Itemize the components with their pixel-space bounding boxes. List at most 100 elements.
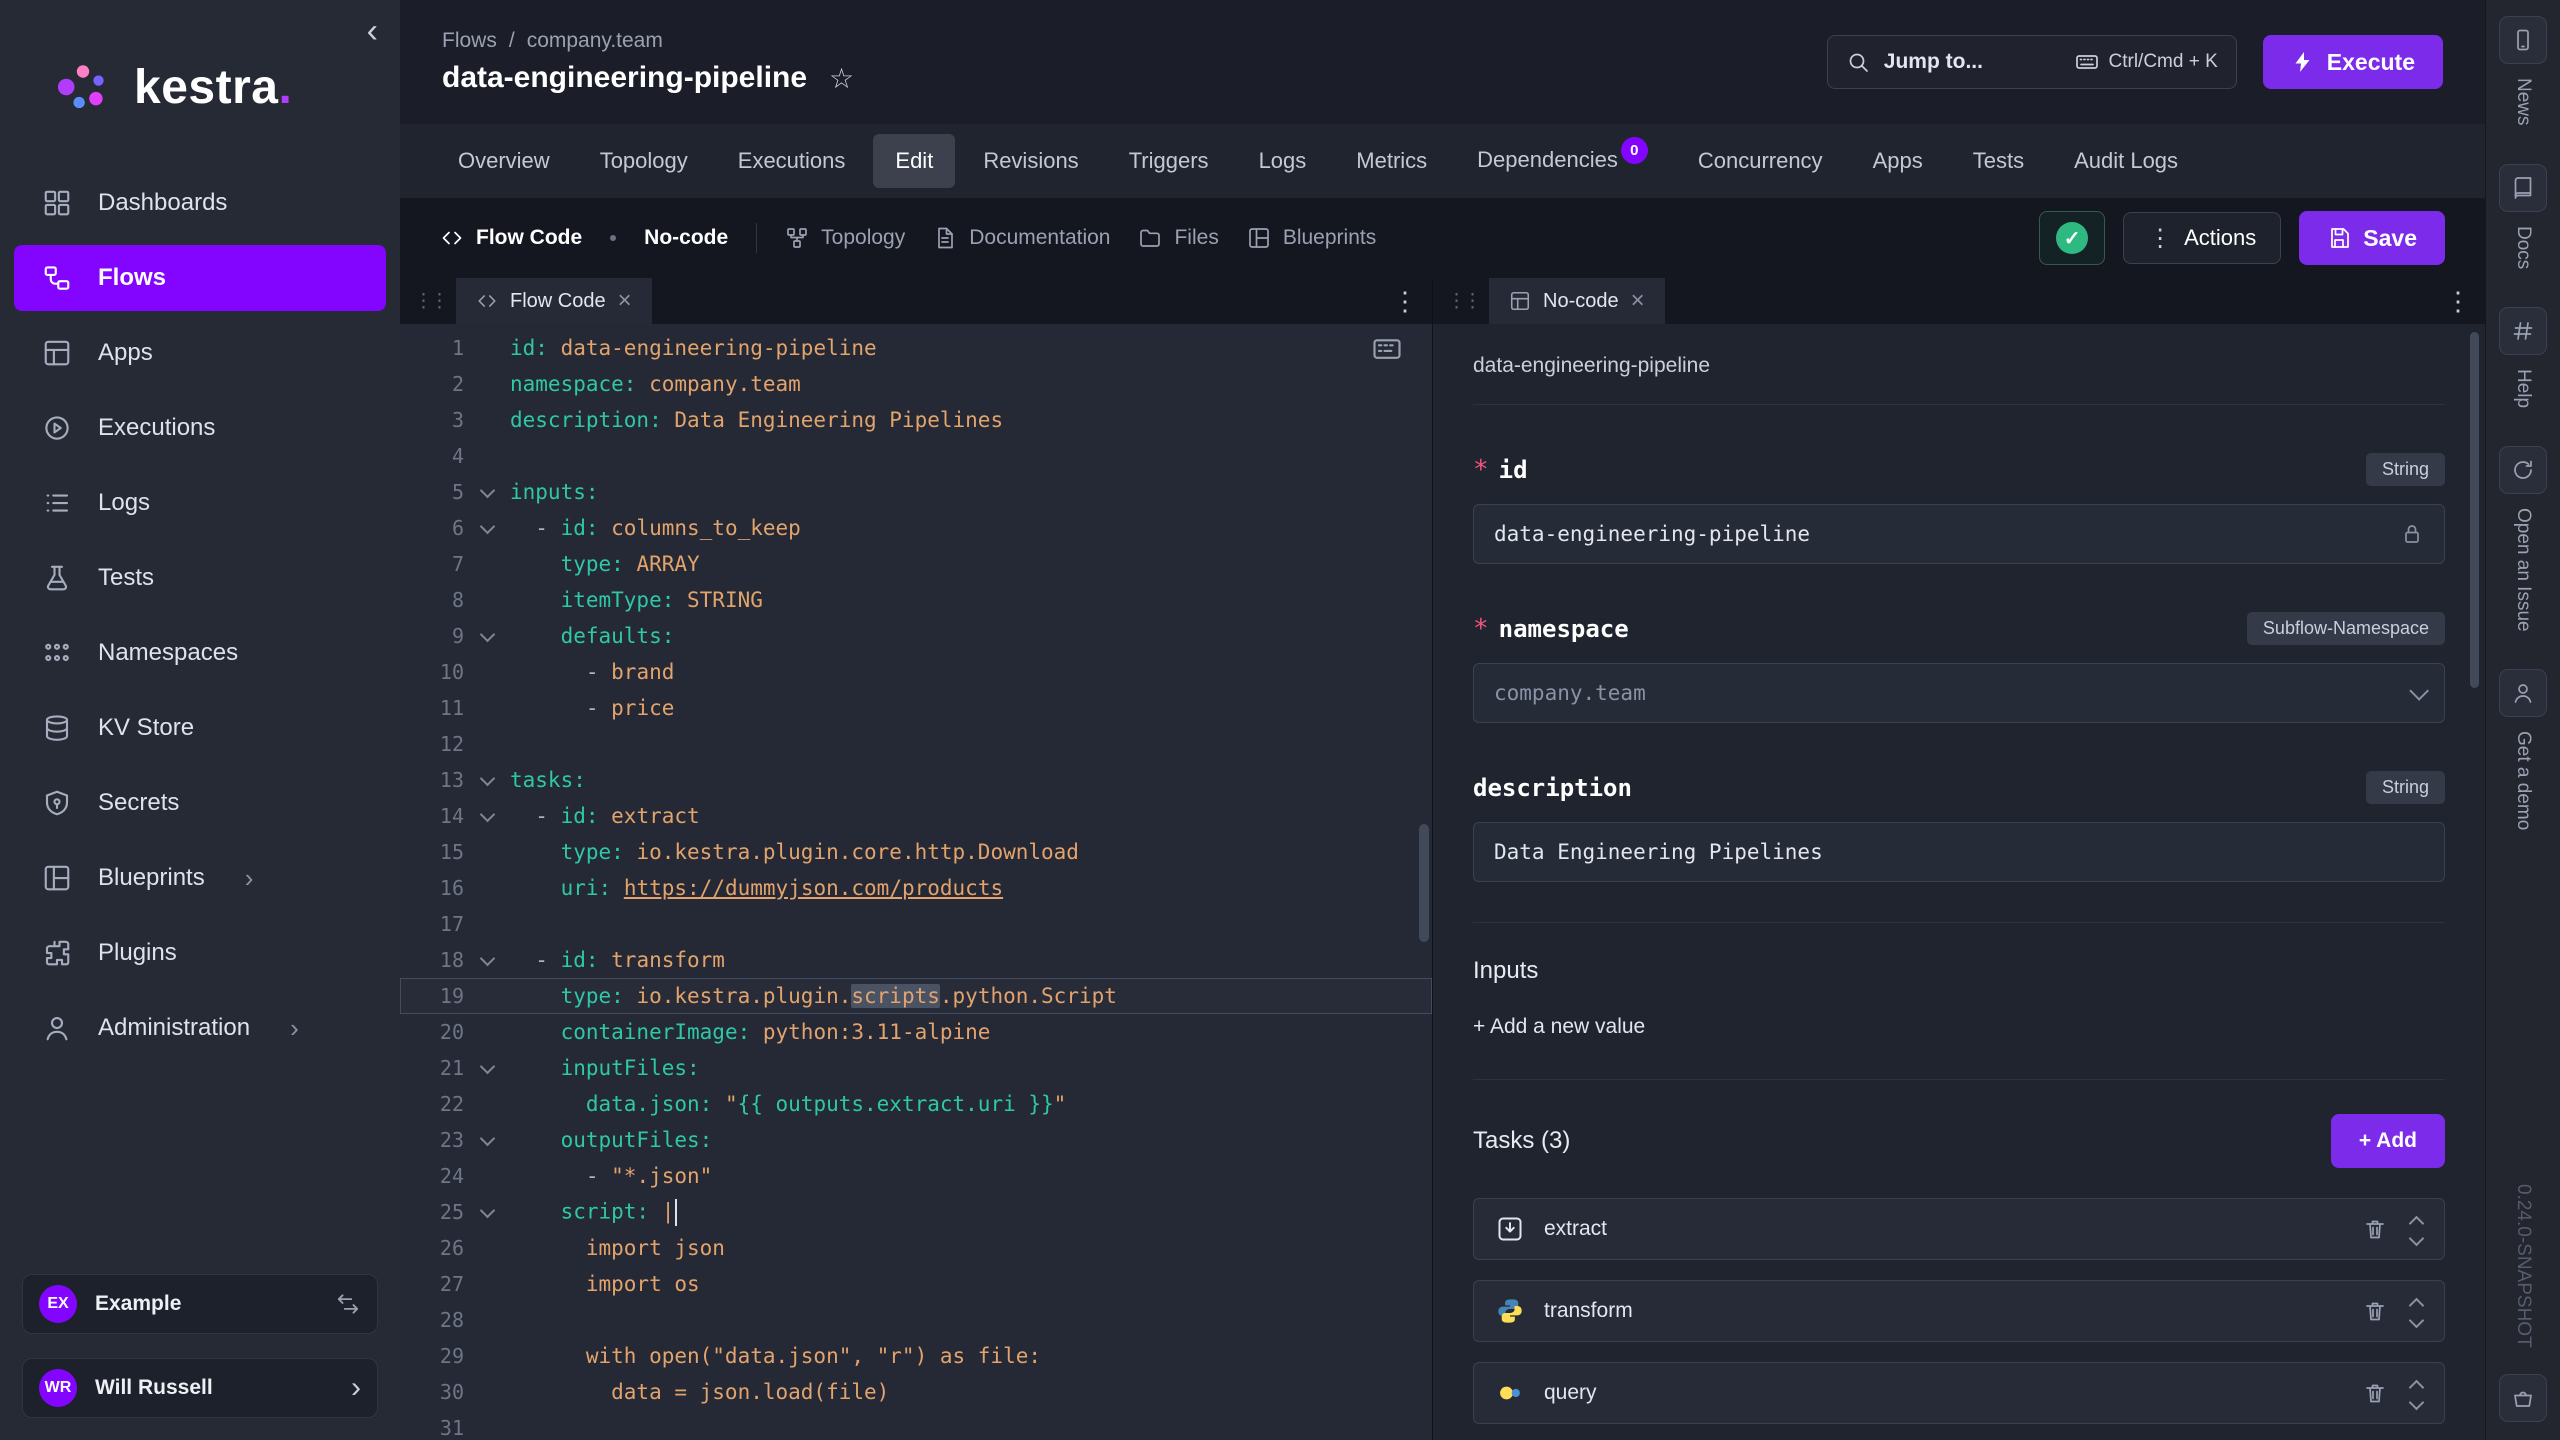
delete-task-icon[interactable] <box>2363 1381 2387 1405</box>
code-line-13[interactable]: 13tasks: <box>400 762 1432 798</box>
code-line-3[interactable]: 3description: Data Engineering Pipelines <box>400 402 1432 438</box>
tab-dependencies[interactable]: Dependencies0 <box>1455 133 1670 190</box>
actions-button[interactable]: ⋮ Actions <box>2123 212 2281 264</box>
execute-button[interactable]: Execute <box>2263 35 2443 89</box>
help-button[interactable] <box>2499 307 2547 355</box>
rightbar-docs[interactable]: Docs <box>2499 164 2547 269</box>
code-line-2[interactable]: 2namespace: company.team <box>400 366 1432 402</box>
code-line-28[interactable]: 28 <box>400 1302 1432 1338</box>
sidebar-item-logs[interactable]: Logs <box>14 470 386 536</box>
tab-flow-code[interactable]: Flow Code × <box>456 278 652 324</box>
tab-overview[interactable]: Overview <box>436 134 572 188</box>
fold-toggle-icon[interactable] <box>464 777 510 784</box>
task-row-transform[interactable]: transform <box>1473 1280 2445 1342</box>
fold-toggle-icon[interactable] <box>464 1065 510 1072</box>
field-namespace-select[interactable]: company.team <box>1473 663 2445 723</box>
code-line-7[interactable]: 7 type: ARRAY <box>400 546 1432 582</box>
tab-triggers[interactable]: Triggers <box>1107 134 1231 188</box>
code-line-1[interactable]: 1id: data-engineering-pipeline <box>400 330 1432 366</box>
tab-tests[interactable]: Tests <box>1951 134 2046 188</box>
reorder-carets[interactable] <box>2411 1214 2422 1244</box>
rightbar-open-an-issue[interactable]: Open an Issue <box>2499 446 2547 632</box>
sidebar-item-executions[interactable]: Executions <box>14 395 386 461</box>
drag-grip-icon[interactable]: ⋮⋮ <box>1447 290 1479 313</box>
tab-edit[interactable]: Edit <box>873 134 955 188</box>
sidebar-collapse-icon[interactable]: ‹ <box>367 14 378 48</box>
sidebar-item-dashboards[interactable]: Dashboards <box>14 170 386 236</box>
sidebar-item-tests[interactable]: Tests <box>14 545 386 611</box>
sidebar-item-kv-store[interactable]: KV Store <box>14 695 386 761</box>
close-icon[interactable]: × <box>1631 289 1645 313</box>
fold-toggle-icon[interactable] <box>464 1137 510 1144</box>
get-a-demo-button[interactable] <box>2499 669 2547 717</box>
task-row-query[interactable]: query <box>1473 1362 2445 1424</box>
add-input-link[interactable]: + Add a new value <box>1473 1015 2445 1039</box>
reorder-carets[interactable] <box>2411 1378 2422 1408</box>
toolbar-topology[interactable]: Topology <box>785 226 905 250</box>
code-line-9[interactable]: 9 defaults: <box>400 618 1432 654</box>
code-line-10[interactable]: 10 - brand <box>400 654 1432 690</box>
add-task-button[interactable]: + Add <box>2331 1114 2445 1168</box>
sidebar-item-flows[interactable]: Flows <box>14 245 386 311</box>
delete-task-icon[interactable] <box>2363 1217 2387 1241</box>
code-line-18[interactable]: 18 - id: transform <box>400 942 1432 978</box>
code-line-8[interactable]: 8 itemType: STRING <box>400 582 1432 618</box>
code-line-21[interactable]: 21 inputFiles: <box>400 1050 1432 1086</box>
code-line-25[interactable]: 25 script: | <box>400 1194 1432 1230</box>
tab-no-code[interactable]: No-code × <box>1489 278 1665 324</box>
code-line-12[interactable]: 12 <box>400 726 1432 762</box>
breadcrumb-namespace[interactable]: company.team <box>527 29 663 53</box>
code-line-26[interactable]: 26 import json <box>400 1230 1432 1266</box>
sidebar-item-blueprints[interactable]: Blueprints› <box>14 845 386 911</box>
sidebar-item-secrets[interactable]: Secrets <box>14 770 386 836</box>
favorite-star-icon[interactable]: ☆ <box>829 62 854 95</box>
sidebar-item-namespaces[interactable]: Namespaces <box>14 620 386 686</box>
code-line-6[interactable]: 6 - id: columns_to_keep <box>400 510 1432 546</box>
drag-grip-icon[interactable]: ⋮⋮ <box>414 290 446 313</box>
rightbar-get-a-demo[interactable]: Get a demo <box>2499 669 2547 830</box>
switch-tenant-icon[interactable] <box>335 1291 361 1317</box>
kebab-icon[interactable]: ⋮ <box>2445 286 2471 317</box>
sidebar-item-plugins[interactable]: Plugins <box>14 920 386 986</box>
code-line-19[interactable]: 19 type: io.kestra.plugin.scripts.python… <box>400 978 1432 1014</box>
code-line-23[interactable]: 23 outputFiles: <box>400 1122 1432 1158</box>
code-line-4[interactable]: 4 <box>400 438 1432 474</box>
code-line-31[interactable]: 31 <box>400 1410 1432 1440</box>
toolbar-flow-code[interactable]: Flow Code <box>440 226 582 250</box>
fold-toggle-icon[interactable] <box>464 633 510 640</box>
tab-metrics[interactable]: Metrics <box>1334 134 1449 188</box>
code-line-5[interactable]: 5inputs: <box>400 474 1432 510</box>
minimap-toggle-icon[interactable] <box>1372 334 1402 364</box>
code-line-20[interactable]: 20 containerImage: python:3.11-alpine <box>400 1014 1432 1050</box>
field-description-input[interactable]: Data Engineering Pipelines <box>1473 822 2445 882</box>
kebab-icon[interactable]: ⋮ <box>1392 286 1418 317</box>
tab-logs[interactable]: Logs <box>1237 134 1329 188</box>
code-line-16[interactable]: 16 uri: https://dummyjson.com/products <box>400 870 1432 906</box>
kestra-logo[interactable]: kestra. <box>0 0 400 118</box>
reorder-carets[interactable] <box>2411 1296 2422 1326</box>
editor-scrollbar[interactable] <box>1419 824 1429 942</box>
user-menu[interactable]: WR Will Russell › <box>22 1358 378 1418</box>
sidebar-item-apps[interactable]: Apps <box>14 320 386 386</box>
basket-button[interactable] <box>2499 1374 2547 1422</box>
code-line-17[interactable]: 17 <box>400 906 1432 942</box>
save-button[interactable]: Save <box>2299 211 2445 265</box>
toolbar-documentation[interactable]: Documentation <box>933 226 1110 250</box>
toolbar-files[interactable]: Files <box>1138 226 1218 250</box>
rightbar-news[interactable]: News <box>2499 16 2547 126</box>
fold-toggle-icon[interactable] <box>464 1209 510 1216</box>
open-an-issue-button[interactable] <box>2499 446 2547 494</box>
code-line-11[interactable]: 11 - price <box>400 690 1432 726</box>
code-line-30[interactable]: 30 data = json.load(file) <box>400 1374 1432 1410</box>
tab-topology[interactable]: Topology <box>578 134 710 188</box>
news-button[interactable] <box>2499 16 2547 64</box>
toolbar-no-code[interactable]: No-code <box>644 226 728 250</box>
code-line-14[interactable]: 14 - id: extract <box>400 798 1432 834</box>
sidebar-item-administration[interactable]: Administration› <box>14 995 386 1061</box>
docs-button[interactable] <box>2499 164 2547 212</box>
panel-scrollbar[interactable] <box>2470 332 2479 688</box>
field-id-input[interactable]: data-engineering-pipeline <box>1473 504 2445 564</box>
fold-toggle-icon[interactable] <box>464 957 510 964</box>
task-row-extract[interactable]: extract <box>1473 1198 2445 1260</box>
code-line-22[interactable]: 22 data.json: "{{ outputs.extract.uri }}… <box>400 1086 1432 1122</box>
